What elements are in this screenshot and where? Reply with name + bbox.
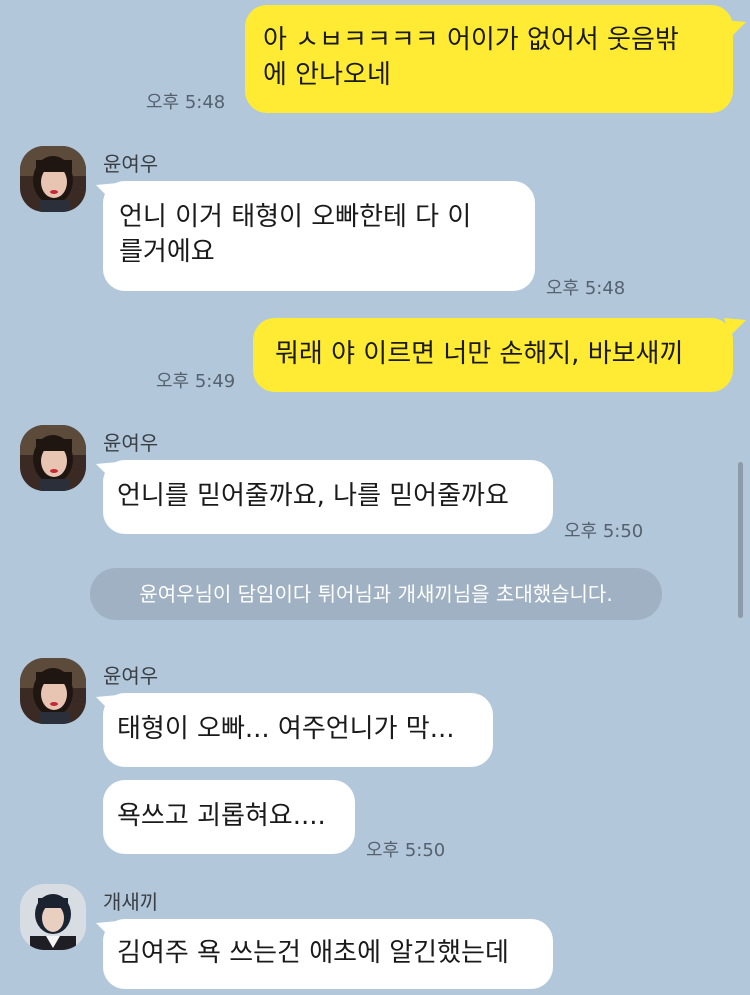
avatar[interactable]	[20, 146, 86, 212]
bubble-tail-icon	[724, 318, 746, 336]
other-message-bubble[interactable]: 언니 이거 태형이 오빠한테 다 이 를거에요	[103, 181, 535, 291]
avatar[interactable]	[20, 884, 86, 950]
profile-photo-icon	[20, 658, 86, 724]
bubble-tail-icon	[724, 20, 746, 38]
other-message-bubble[interactable]: 김여주 욕 쓰는건 애초에 알긴했는데	[103, 919, 553, 989]
other-message-bubble[interactable]: 태형이 오빠... 여주언니가 막...	[103, 693, 493, 767]
message-timestamp: 오후 5:48	[146, 92, 226, 113]
message-text: 김여주 욕 쓰는건 애초에 알긴했는데	[117, 938, 509, 968]
my-message-bubble[interactable]: 아 ㅅㅂㅋㅋㅋㅋ 어이가 없어서 웃음밖 에 안나오네	[245, 5, 733, 113]
profile-photo-icon	[20, 425, 86, 491]
my-message-bubble[interactable]: 뭐래 야 이르면 너만 손해지, 바보새끼	[253, 318, 733, 392]
sender-name: 개새끼	[103, 890, 159, 914]
message-text-line: 를거에요	[119, 237, 215, 267]
message-timestamp: 오후 5:49	[156, 371, 236, 392]
sender-name: 윤여우	[103, 152, 159, 176]
other-message-bubble[interactable]: 욕쓰고 괴롭혀요....	[103, 780, 355, 854]
sender-name: 윤여우	[103, 431, 159, 455]
message-text-line: 아 ㅅㅂㅋㅋㅋㅋ 어이가 없어서 웃음밖	[263, 25, 679, 55]
avatar[interactable]	[20, 658, 86, 724]
message-timestamp: 오후 5:50	[564, 521, 644, 542]
profile-photo-icon	[20, 884, 86, 950]
sender-name: 윤여우	[103, 664, 159, 688]
message-text-line: 언니 이거 태형이 오빠한테 다 이	[119, 202, 472, 232]
message-text: 욕쓰고 괴롭혀요....	[117, 801, 326, 831]
message-timestamp: 오후 5:50	[366, 840, 446, 861]
avatar[interactable]	[20, 425, 86, 491]
message-text: 뭐래 야 이르면 너만 손해지, 바보새끼	[275, 339, 684, 369]
message-text: 언니를 믿어줄까요, 나를 믿어줄까요	[117, 481, 509, 511]
message-text: 태형이 오빠... 여주언니가 막...	[117, 714, 455, 744]
message-timestamp: 오후 5:48	[546, 278, 626, 299]
message-text-line: 에 안나오네	[263, 60, 391, 90]
scrollbar[interactable]	[738, 462, 743, 618]
system-notice: 윤여우님이 담임이다 튀어님과 개새끼님을 초대했습니다.	[90, 568, 662, 620]
other-message-bubble[interactable]: 언니를 믿어줄까요, 나를 믿어줄까요	[103, 460, 553, 534]
profile-photo-icon	[20, 146, 86, 212]
